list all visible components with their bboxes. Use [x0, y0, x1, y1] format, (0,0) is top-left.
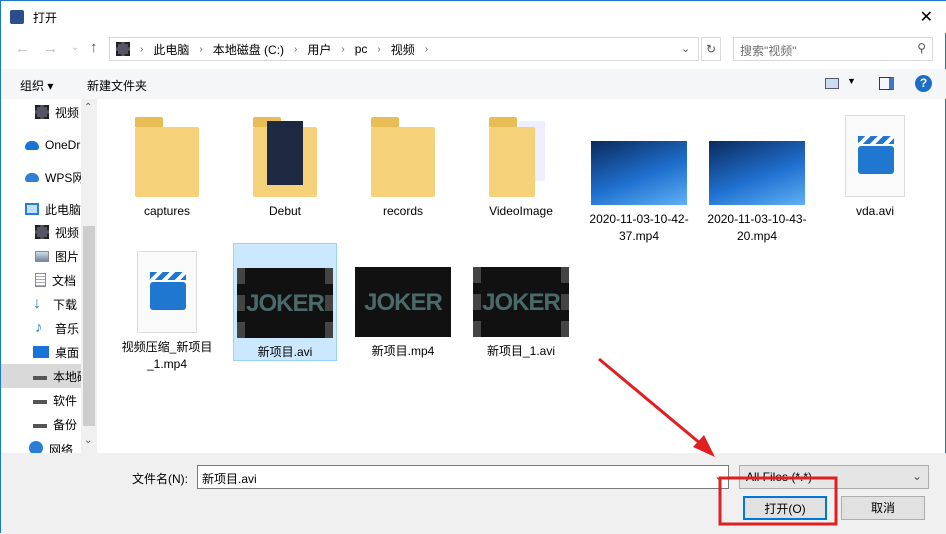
annotation-overlay — [598, 357, 838, 526]
annotation-box — [718, 476, 838, 526]
annotation-arrow — [598, 357, 708, 451]
